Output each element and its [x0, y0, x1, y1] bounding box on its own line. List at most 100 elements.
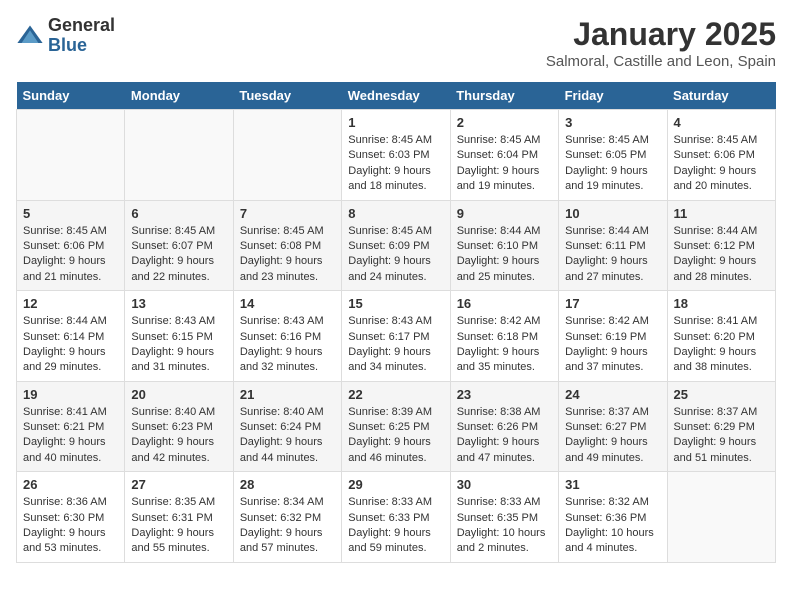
- day-number: 27: [131, 477, 226, 492]
- day-number: 20: [131, 387, 226, 402]
- day-number: 17: [565, 296, 660, 311]
- calendar-week-row: 1Sunrise: 8:45 AM Sunset: 6:03 PM Daylig…: [17, 110, 776, 201]
- day-info: Sunrise: 8:44 AM Sunset: 6:11 PM Dayligh…: [565, 224, 660, 286]
- calendar-day-cell: 27 Sunrise: 8:35 AM Sunset: 6:31 PM Dayli…: [125, 472, 233, 563]
- location-title: Salmoral, Castille and Leon, Spain: [546, 53, 776, 70]
- day-number: 6: [131, 206, 226, 221]
- day-info: Sunrise: 8:40 AM Sunset: 6:23 PM Dayligh…: [131, 405, 226, 467]
- month-title: January 2025: [546, 16, 776, 53]
- calendar-day-cell: 28 Sunrise: 8:34 AM Sunset: 6:32 PM Dayli…: [233, 472, 341, 563]
- day-header-friday: Friday: [559, 82, 667, 110]
- day-number: 3: [565, 115, 660, 130]
- day-number: 22: [348, 387, 443, 402]
- day-number: 23: [457, 387, 552, 402]
- day-info: Sunrise: 8:34 AM Sunset: 6:32 PM Dayligh…: [240, 495, 335, 557]
- day-header-sunday: Sunday: [17, 82, 125, 110]
- calendar-day-cell: 20 Sunrise: 8:40 AM Sunset: 6:23 PM Dayli…: [125, 381, 233, 472]
- day-info: Sunrise: 8:45 AM Sunset: 6:08 PM Dayligh…: [240, 224, 335, 286]
- calendar-week-row: 26Sunrise: 8:36 AM Sunset: 6:30 PM Dayli…: [17, 472, 776, 563]
- page-header: General Blue January 2025 Salmoral, Cast…: [16, 16, 776, 70]
- day-number: 29: [348, 477, 443, 492]
- day-number: 19: [23, 387, 118, 402]
- calendar-day-cell: 7Sunrise: 8:45 AM Sunset: 6:08 PM Daylig…: [233, 200, 341, 291]
- calendar-day-cell: 16 Sunrise: 8:42 AM Sunset: 6:18 PM Dayli…: [450, 291, 558, 382]
- calendar-title-area: January 2025 Salmoral, Castille and Leon…: [546, 16, 776, 70]
- day-info: Sunrise: 8:38 AM Sunset: 6:26 PM Dayligh…: [457, 405, 552, 467]
- calendar-day-cell: 5Sunrise: 8:45 AM Sunset: 6:06 PM Daylig…: [17, 200, 125, 291]
- calendar-day-cell: 22Sunrise: 8:39 AM Sunset: 6:25 PM Dayli…: [342, 381, 450, 472]
- calendar-week-row: 5Sunrise: 8:45 AM Sunset: 6:06 PM Daylig…: [17, 200, 776, 291]
- calendar-day-cell: 30Sunrise: 8:33 AM Sunset: 6:35 PM Dayli…: [450, 472, 558, 563]
- logo-text: General Blue: [48, 16, 115, 56]
- calendar-day-cell: 11 Sunrise: 8:44 AM Sunset: 6:12 PM Dayli…: [667, 200, 775, 291]
- day-info: Sunrise: 8:43 AM Sunset: 6:17 PM Dayligh…: [348, 314, 443, 376]
- day-info: Sunrise: 8:36 AM Sunset: 6:30 PM Dayligh…: [23, 495, 118, 557]
- day-number: 4: [674, 115, 769, 130]
- day-number: 14: [240, 296, 335, 311]
- calendar-day-cell: 2 Sunrise: 8:45 AM Sunset: 6:04 PM Daylig…: [450, 110, 558, 201]
- day-info: Sunrise: 8:42 AM Sunset: 6:18 PM Dayligh…: [457, 314, 552, 376]
- calendar-day-cell: 24 Sunrise: 8:37 AM Sunset: 6:27 PM Dayli…: [559, 381, 667, 472]
- day-info: Sunrise: 8:37 AM Sunset: 6:29 PM Dayligh…: [674, 405, 769, 467]
- calendar-day-cell: 13 Sunrise: 8:43 AM Sunset: 6:15 PM Dayli…: [125, 291, 233, 382]
- calendar-day-cell: 14 Sunrise: 8:43 AM Sunset: 6:16 PM Dayli…: [233, 291, 341, 382]
- day-number: 1: [348, 115, 443, 130]
- day-info: Sunrise: 8:32 AM Sunset: 6:36 PM Dayligh…: [565, 495, 660, 557]
- day-number: 11: [674, 206, 769, 221]
- calendar-day-cell: 29 Sunrise: 8:33 AM Sunset: 6:33 PM Dayli…: [342, 472, 450, 563]
- calendar-week-row: 12 Sunrise: 8:44 AM Sunset: 6:14 PM Dayli…: [17, 291, 776, 382]
- calendar-day-cell: 21 Sunrise: 8:40 AM Sunset: 6:24 PM Dayli…: [233, 381, 341, 472]
- day-info: Sunrise: 8:45 AM Sunset: 6:09 PM Dayligh…: [348, 224, 443, 286]
- logo: General Blue: [16, 16, 115, 56]
- calendar-day-cell: 23 Sunrise: 8:38 AM Sunset: 6:26 PM Dayli…: [450, 381, 558, 472]
- calendar-day-cell: 3Sunrise: 8:45 AM Sunset: 6:05 PM Daylig…: [559, 110, 667, 201]
- calendar-day-cell: 25Sunrise: 8:37 AM Sunset: 6:29 PM Dayli…: [667, 381, 775, 472]
- calendar-day-cell: 26Sunrise: 8:36 AM Sunset: 6:30 PM Dayli…: [17, 472, 125, 563]
- calendar-day-cell: 1Sunrise: 8:45 AM Sunset: 6:03 PM Daylig…: [342, 110, 450, 201]
- day-info: Sunrise: 8:43 AM Sunset: 6:15 PM Dayligh…: [131, 314, 226, 376]
- day-info: Sunrise: 8:35 AM Sunset: 6:31 PM Dayligh…: [131, 495, 226, 557]
- logo-blue-text: Blue: [48, 36, 115, 56]
- calendar-day-cell: 4 Sunrise: 8:45 AM Sunset: 6:06 PM Daylig…: [667, 110, 775, 201]
- day-header-wednesday: Wednesday: [342, 82, 450, 110]
- day-number: 5: [23, 206, 118, 221]
- day-info: Sunrise: 8:45 AM Sunset: 6:06 PM Dayligh…: [674, 133, 769, 195]
- day-header-saturday: Saturday: [667, 82, 775, 110]
- day-number: 15: [348, 296, 443, 311]
- day-number: 16: [457, 296, 552, 311]
- calendar-day-cell: 31 Sunrise: 8:32 AM Sunset: 6:36 PM Dayli…: [559, 472, 667, 563]
- day-header-tuesday: Tuesday: [233, 82, 341, 110]
- day-number: 13: [131, 296, 226, 311]
- calendar-table: SundayMondayTuesdayWednesdayThursdayFrid…: [16, 82, 776, 563]
- day-info: Sunrise: 8:45 AM Sunset: 6:04 PM Dayligh…: [457, 133, 552, 195]
- day-number: 2: [457, 115, 552, 130]
- day-info: Sunrise: 8:45 AM Sunset: 6:07 PM Dayligh…: [131, 224, 226, 286]
- day-number: 24: [565, 387, 660, 402]
- day-info: Sunrise: 8:41 AM Sunset: 6:20 PM Dayligh…: [674, 314, 769, 376]
- calendar-day-cell: 6 Sunrise: 8:45 AM Sunset: 6:07 PM Daylig…: [125, 200, 233, 291]
- day-info: Sunrise: 8:37 AM Sunset: 6:27 PM Dayligh…: [565, 405, 660, 467]
- day-number: 10: [565, 206, 660, 221]
- day-info: Sunrise: 8:43 AM Sunset: 6:16 PM Dayligh…: [240, 314, 335, 376]
- day-info: Sunrise: 8:44 AM Sunset: 6:14 PM Dayligh…: [23, 314, 118, 376]
- day-number: 12: [23, 296, 118, 311]
- calendar-day-cell: 10 Sunrise: 8:44 AM Sunset: 6:11 PM Dayli…: [559, 200, 667, 291]
- day-number: 18: [674, 296, 769, 311]
- calendar-empty-cell: [233, 110, 341, 201]
- day-number: 9: [457, 206, 552, 221]
- day-info: Sunrise: 8:40 AM Sunset: 6:24 PM Dayligh…: [240, 405, 335, 467]
- calendar-empty-cell: [17, 110, 125, 201]
- day-number: 21: [240, 387, 335, 402]
- calendar-day-cell: 17Sunrise: 8:42 AM Sunset: 6:19 PM Dayli…: [559, 291, 667, 382]
- calendar-day-cell: 9 Sunrise: 8:44 AM Sunset: 6:10 PM Daylig…: [450, 200, 558, 291]
- calendar-day-cell: 8Sunrise: 8:45 AM Sunset: 6:09 PM Daylig…: [342, 200, 450, 291]
- calendar-day-cell: 15 Sunrise: 8:43 AM Sunset: 6:17 PM Dayli…: [342, 291, 450, 382]
- logo-icon: [16, 22, 44, 50]
- day-info: Sunrise: 8:33 AM Sunset: 6:33 PM Dayligh…: [348, 495, 443, 557]
- calendar-day-cell: 19Sunrise: 8:41 AM Sunset: 6:21 PM Dayli…: [17, 381, 125, 472]
- day-number: 30: [457, 477, 552, 492]
- day-info: Sunrise: 8:44 AM Sunset: 6:12 PM Dayligh…: [674, 224, 769, 286]
- day-number: 31: [565, 477, 660, 492]
- day-number: 28: [240, 477, 335, 492]
- day-info: Sunrise: 8:44 AM Sunset: 6:10 PM Dayligh…: [457, 224, 552, 286]
